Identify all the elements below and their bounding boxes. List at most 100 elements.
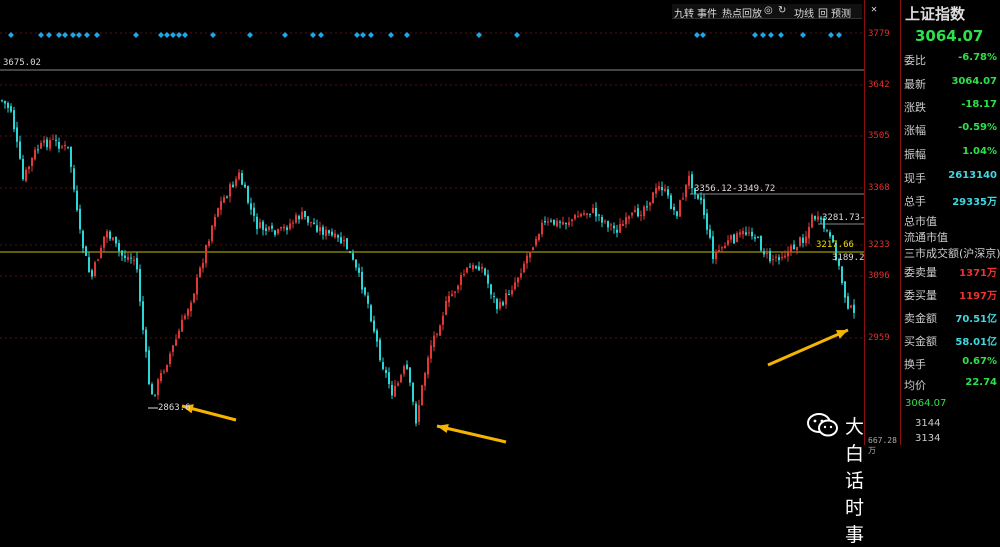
event-marker (768, 32, 774, 38)
candle-body (661, 186, 663, 191)
candle-body (715, 251, 717, 260)
axis-bottom-label: 667.28万 (868, 436, 897, 455)
candle-body (586, 213, 588, 215)
candle-body (496, 298, 498, 310)
candle-body (229, 184, 231, 197)
candle-body (184, 315, 186, 319)
candle-body (115, 236, 117, 244)
candle-body (16, 127, 18, 142)
candle-body (550, 220, 552, 222)
quote-row-label: 最新 (904, 78, 926, 91)
candle-body (592, 207, 594, 213)
candle-body (337, 235, 339, 238)
toolbar-item-events[interactable]: 事件 (697, 5, 717, 20)
candle-body (391, 384, 393, 396)
quote-row-label: 流通市值 (904, 231, 948, 244)
candle-body (814, 216, 816, 220)
quote-row: 涨跌 -18.17 (904, 99, 1000, 117)
event-marker (247, 32, 253, 38)
candle-body (643, 206, 645, 217)
candle-body (25, 169, 27, 182)
candle-body (472, 264, 474, 270)
quote-row-label: 均价 (904, 379, 926, 392)
candle-body (460, 274, 462, 285)
candle-body (214, 217, 216, 227)
candle-body (544, 220, 546, 223)
quote-row-value: 1.04% (962, 146, 997, 157)
candle-body (289, 223, 291, 230)
candle-body (31, 157, 33, 167)
candle-body (325, 229, 327, 237)
candle-body (436, 333, 438, 335)
candle-body (205, 245, 207, 264)
candle-body (742, 231, 744, 235)
toolbar-item-hotspot-replay[interactable]: 热点回放 (722, 5, 762, 20)
quote-row: 换手 0.67% (904, 356, 1000, 374)
quote-row-value: 22.74 (965, 377, 997, 388)
candle-body (775, 256, 777, 258)
candle-body (259, 222, 261, 229)
candle-body (535, 238, 537, 246)
candle-body (166, 364, 168, 372)
candle-body (733, 234, 735, 244)
y-tick: 3779 (868, 29, 890, 39)
candle-body (349, 251, 351, 253)
candle-body (112, 237, 114, 241)
candle-body (844, 281, 846, 298)
candle-body (28, 166, 30, 170)
candle-body (781, 257, 783, 259)
candle-body (55, 139, 57, 141)
candle-body (262, 221, 264, 230)
candle-body (253, 207, 255, 216)
candle-body (565, 222, 567, 225)
candle-body (247, 186, 249, 203)
candle-body (394, 385, 396, 397)
candle-body (484, 268, 486, 275)
toolbar-view-icon[interactable]: ◎ (764, 5, 773, 16)
close-icon[interactable]: ✕ (871, 4, 877, 15)
kline-chart[interactable]: 九转 事件 热点回放 ◎ ↻ 功线 回 预测 3675.02 3356.12-3… (0, 0, 865, 546)
candle-body (442, 315, 444, 325)
toolbar-refresh-icon[interactable]: ↻ (778, 5, 786, 16)
event-marker (8, 32, 14, 38)
quote-row-value: 3064.07 (951, 76, 997, 87)
candle-body (445, 300, 447, 315)
candle-body (748, 232, 750, 234)
candle-body (517, 277, 519, 283)
candle-body (595, 207, 597, 217)
candle-body (691, 174, 693, 189)
candle-body (145, 329, 147, 352)
toolbar-back-icon[interactable]: 回 (818, 5, 828, 20)
toolbar-item-jiuzhuan[interactable]: 九转 (674, 5, 694, 20)
candle-body (811, 214, 813, 228)
quote-panel: 上证指数 3064.07 委比 -6.78% 最新 3064.07 涨跌 -18.17 涨幅… (900, 0, 1000, 445)
quote-row-value: 0.67% (962, 356, 997, 367)
candlestick-plot[interactable] (0, 0, 864, 445)
candle-body (52, 138, 54, 140)
toolbar-item-gongxian[interactable]: 功线 (794, 5, 814, 20)
candle-body (784, 255, 786, 258)
quote-row-value: 29335万 (952, 197, 997, 208)
candle-body (385, 369, 387, 374)
arrow-shaft (767, 328, 849, 367)
candle-body (628, 216, 630, 219)
low-value-label: 2863.6 (158, 403, 191, 413)
candle-body (292, 222, 294, 224)
quote-row-label: 委卖量 (904, 266, 937, 279)
event-marker (164, 32, 170, 38)
candle-body (301, 211, 303, 220)
candle-body (376, 330, 378, 342)
quote-row-value: 1371万 (959, 268, 997, 279)
toolbar-item-forecast[interactable]: 预测 (831, 5, 851, 20)
candle-body (475, 266, 477, 269)
candle-body (244, 184, 246, 188)
candle-body (310, 221, 312, 223)
candle-body (10, 106, 12, 112)
candle-body (580, 213, 582, 217)
price-axis: 3779 3642 3505 3368 3233 3096 2959 667.2… (864, 0, 901, 455)
y-tick: 3096 (868, 271, 890, 281)
quote-row-label: 三市成交额(沪深京) (904, 247, 1000, 260)
event-marker (94, 32, 100, 38)
y-tick: 2959 (868, 333, 890, 343)
candle-body (667, 189, 669, 196)
